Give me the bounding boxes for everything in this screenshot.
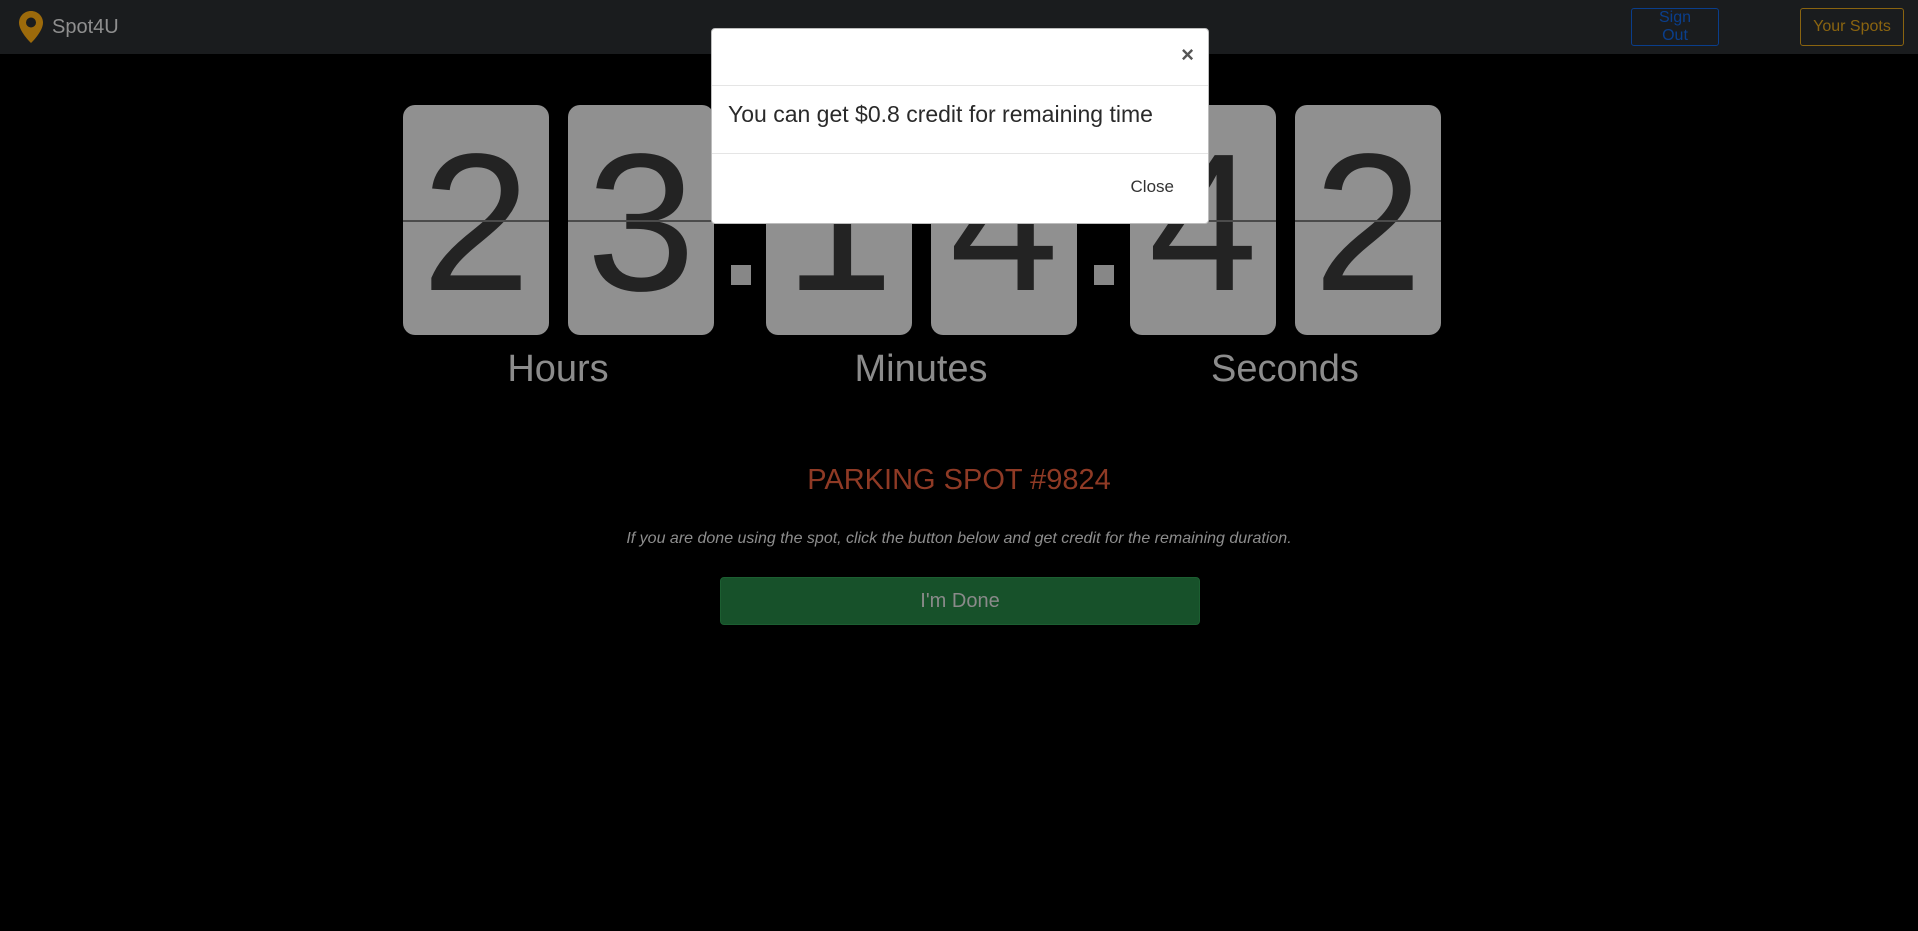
brand-link[interactable]: Spot4U <box>18 10 119 44</box>
hours-ones-card: 3 <box>568 105 714 335</box>
modal-close-button[interactable]: Close <box>1125 176 1180 198</box>
modal-footer: Close <box>712 153 1208 225</box>
map-pin-icon <box>19 11 43 43</box>
minutes-label: Minutes <box>854 348 988 390</box>
modal-message: You can get $0.8 credit for remaining ti… <box>728 101 1153 127</box>
seconds-ones-card: 2 <box>1295 105 1441 335</box>
im-done-button[interactable]: I'm Done <box>720 577 1200 625</box>
close-icon[interactable]: × <box>1181 43 1194 67</box>
card-split-line <box>403 220 549 222</box>
colon-separator <box>731 265 751 285</box>
parking-spot-title: PARKING SPOT #9824 <box>807 464 1111 496</box>
hours-tens-card: 2 <box>403 105 549 335</box>
sign-out-button[interactable]: Sign Out <box>1631 8 1719 46</box>
credit-modal: × You can get $0.8 credit for remaining … <box>711 28 1209 224</box>
modal-header: × <box>712 29 1208 86</box>
hours-label: Hours <box>507 348 609 390</box>
colon-separator <box>1094 265 1114 285</box>
done-instruction: If you are done using the spot, click th… <box>626 530 1292 547</box>
card-split-line <box>1295 220 1441 222</box>
brand-name: Spot4U <box>52 16 119 38</box>
card-split-line <box>568 220 714 222</box>
your-spots-button[interactable]: Your Spots <box>1800 8 1904 46</box>
seconds-label: Seconds <box>1211 348 1359 390</box>
page: Spot4U Sign Out Your Spots 2 3 1 4 4 2 H… <box>0 0 1918 931</box>
